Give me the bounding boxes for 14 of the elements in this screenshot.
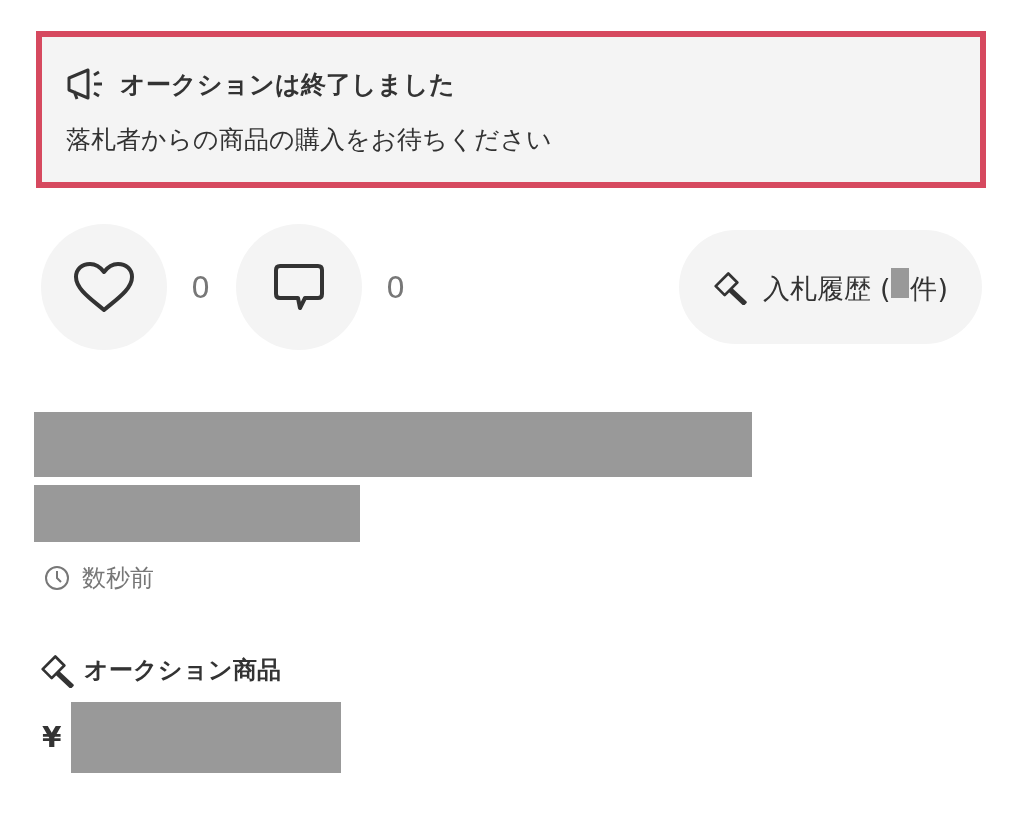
comment-count: 0 [386,269,406,305]
heart-icon [73,261,135,313]
notice-title: オークションは終了しました [120,68,455,101]
bid-history-button[interactable]: 入札履歴 ( 件) [679,230,982,344]
section-title: オークション商品 [84,655,281,686]
notice-message: 落札者からの商品の購入をお待ちください [66,124,553,156]
gavel-icon [713,269,750,305]
posted-time: 数秒前 [82,563,154,594]
gavel-icon [40,652,76,688]
redaction-bar [891,267,910,298]
clock-icon [44,565,70,591]
like-count: 0 [191,269,211,305]
currency-symbol: ¥ [42,721,62,754]
comment-icon [274,264,325,310]
